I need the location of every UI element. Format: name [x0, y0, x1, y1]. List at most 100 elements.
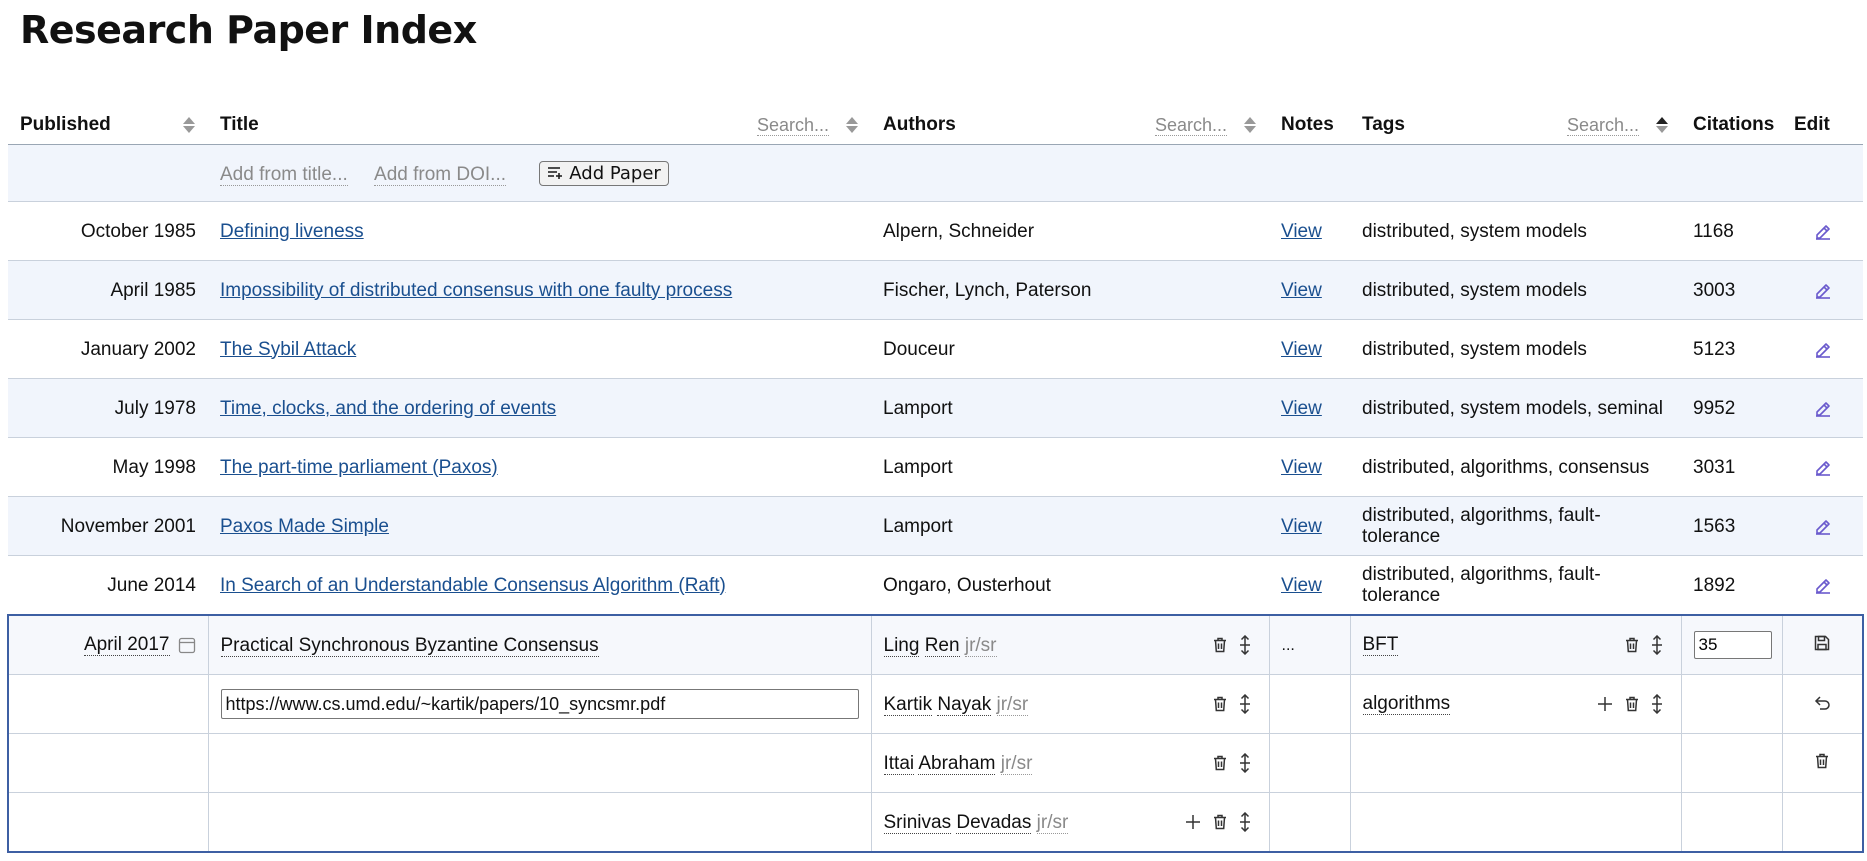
add-row-empty [8, 144, 208, 202]
paper-title-link[interactable]: Impossibility of distributed consensus w… [220, 280, 732, 301]
paper-title-link[interactable]: Paxos Made Simple [220, 516, 389, 537]
delete-author-icon[interactable] [1213, 755, 1227, 771]
tag-field[interactable]: algorithms [1362, 693, 1451, 715]
author-suffix[interactable]: jr/sr [1036, 811, 1069, 834]
paper-title-link[interactable]: Defining liveness [220, 221, 364, 242]
edit-pencil-icon [1815, 520, 1830, 535]
edit-notes-field[interactable]: ... [1282, 637, 1295, 654]
reorder-author-icon[interactable] [1239, 635, 1251, 655]
authors-cell: Douceur [871, 319, 1269, 379]
published-cell: November 2001 [8, 496, 208, 556]
delete-paper-icon[interactable] [1815, 753, 1829, 769]
paper-title-link[interactable]: The part-time parliament (Paxos) [220, 457, 498, 478]
delete-paper-button[interactable] [1815, 753, 1829, 774]
author-last-name[interactable]: Abraham [918, 752, 996, 775]
reorder-author-icon[interactable] [1239, 694, 1251, 714]
tag-field[interactable]: BFT [1362, 634, 1399, 656]
header-citations[interactable]: Citations [1681, 106, 1782, 145]
reorder-tag-icon[interactable] [1651, 635, 1663, 655]
add-from-title-input[interactable]: Add from title... [220, 164, 348, 186]
edit-row: Kartik Nayak jr/sr algorithms [7, 674, 1864, 734]
author-first-name[interactable]: Kartik [883, 693, 933, 716]
author-last-name[interactable]: Nayak [937, 693, 992, 716]
table-row: January 2002 The Sybil Attack Douceur View d… [8, 319, 1863, 379]
citations-cell: 3031 [1681, 437, 1782, 497]
edit-cell[interactable] [1782, 201, 1863, 261]
sort-published-icon[interactable] [182, 115, 196, 135]
view-notes-link[interactable]: View [1281, 280, 1322, 301]
table-row: April 1985 Impossibility of distributed c… [8, 260, 1863, 320]
paper-title-link[interactable]: In Search of an Understandable Consensus… [220, 575, 726, 596]
edit-title-cell [207, 674, 872, 734]
delete-author-icon[interactable] [1213, 814, 1227, 830]
author-suffix[interactable]: jr/sr [964, 634, 997, 657]
sort-title-icon[interactable] [845, 115, 859, 135]
sort-tags-icon[interactable] [1655, 115, 1669, 135]
reorder-tag-icon[interactable] [1651, 694, 1663, 714]
published-cell: June 2014 [8, 555, 208, 616]
view-notes-link[interactable]: View [1281, 221, 1322, 242]
author-first-name[interactable]: Ittai [883, 752, 915, 775]
edit-published-cell [7, 792, 209, 853]
edit-citations-cell [1680, 674, 1783, 734]
header-authors-label: Authors [883, 114, 956, 135]
delete-author-icon[interactable] [1213, 696, 1227, 712]
edit-row: April 2017 Practical Synchronous Byzantin… [7, 614, 1864, 675]
author-last-name[interactable]: Devadas [956, 811, 1032, 834]
author-suffix[interactable]: jr/sr [1000, 752, 1033, 775]
edit-tags-cell [1349, 733, 1682, 793]
view-notes-link[interactable]: View [1281, 398, 1322, 419]
edit-cell[interactable] [1782, 437, 1863, 497]
reorder-author-icon[interactable] [1239, 753, 1251, 773]
paper-title-link[interactable]: Time, clocks, and the ordering of events [220, 398, 556, 419]
authors-cell: Lamport [871, 437, 1269, 497]
add-tag-icon[interactable] [1597, 696, 1613, 712]
undo-icon[interactable] [1813, 695, 1831, 710]
delete-tag-icon[interactable] [1625, 696, 1639, 712]
reorder-author-icon[interactable] [1239, 812, 1251, 832]
delete-author-icon[interactable] [1213, 637, 1227, 653]
paper-title-link[interactable]: The Sybil Attack [220, 339, 356, 360]
delete-tag-icon[interactable] [1625, 637, 1639, 653]
save-icon[interactable] [1814, 635, 1830, 651]
view-notes-link[interactable]: View [1281, 339, 1322, 360]
add-from-doi-input[interactable]: Add from DOI... [374, 164, 506, 186]
author-last-name[interactable]: Ren [924, 634, 960, 657]
edit-cell[interactable] [1782, 496, 1863, 556]
authors-search-input[interactable]: Search... [1154, 115, 1227, 136]
citations-input[interactable] [1693, 631, 1772, 659]
edit-published-cell [7, 733, 209, 793]
title-search-input[interactable]: Search... [756, 115, 829, 136]
edit-cell[interactable] [1782, 555, 1863, 616]
cancel-button[interactable] [1813, 694, 1831, 715]
edit-title-field[interactable]: Practical Synchronous Byzantine Consensu… [220, 634, 599, 657]
save-button[interactable] [1814, 635, 1830, 656]
add-author-icon[interactable] [1185, 814, 1201, 830]
notes-cell: View [1269, 437, 1350, 497]
edit-actions-cell [1781, 792, 1864, 853]
edit-cell[interactable] [1782, 378, 1863, 438]
published-cell: May 1998 [8, 437, 208, 497]
header-published-label: Published [20, 114, 111, 135]
add-list-icon [548, 167, 563, 179]
tags-search-input[interactable]: Search... [1566, 115, 1639, 136]
view-notes-link[interactable]: View [1281, 516, 1322, 537]
add-paper-button[interactable]: Add Paper [539, 160, 669, 186]
add-row-controls: Add from title... Add from DOI... Add Pa… [208, 144, 1863, 202]
edit-published-field[interactable]: April 2017 [83, 634, 170, 656]
author-first-name[interactable]: Srinivas [883, 811, 952, 834]
papers-table: Published Title Search... Authors Search… [7, 106, 1864, 853]
calendar-icon[interactable] [178, 636, 196, 654]
header-edit: Edit [1782, 106, 1863, 145]
author-suffix[interactable]: jr/sr [996, 693, 1029, 716]
sort-authors-icon[interactable] [1243, 115, 1257, 135]
edit-author-cell: Ling Ren jr/sr [870, 614, 1270, 675]
url-input[interactable] [220, 689, 859, 719]
edit-cell[interactable] [1782, 319, 1863, 379]
view-notes-link[interactable]: View [1281, 457, 1322, 478]
edit-citations-cell [1680, 733, 1783, 793]
view-notes-link[interactable]: View [1281, 575, 1322, 596]
author-first-name[interactable]: Ling [883, 634, 920, 657]
edit-cell[interactable] [1782, 260, 1863, 320]
header-published[interactable]: Published [8, 106, 208, 145]
